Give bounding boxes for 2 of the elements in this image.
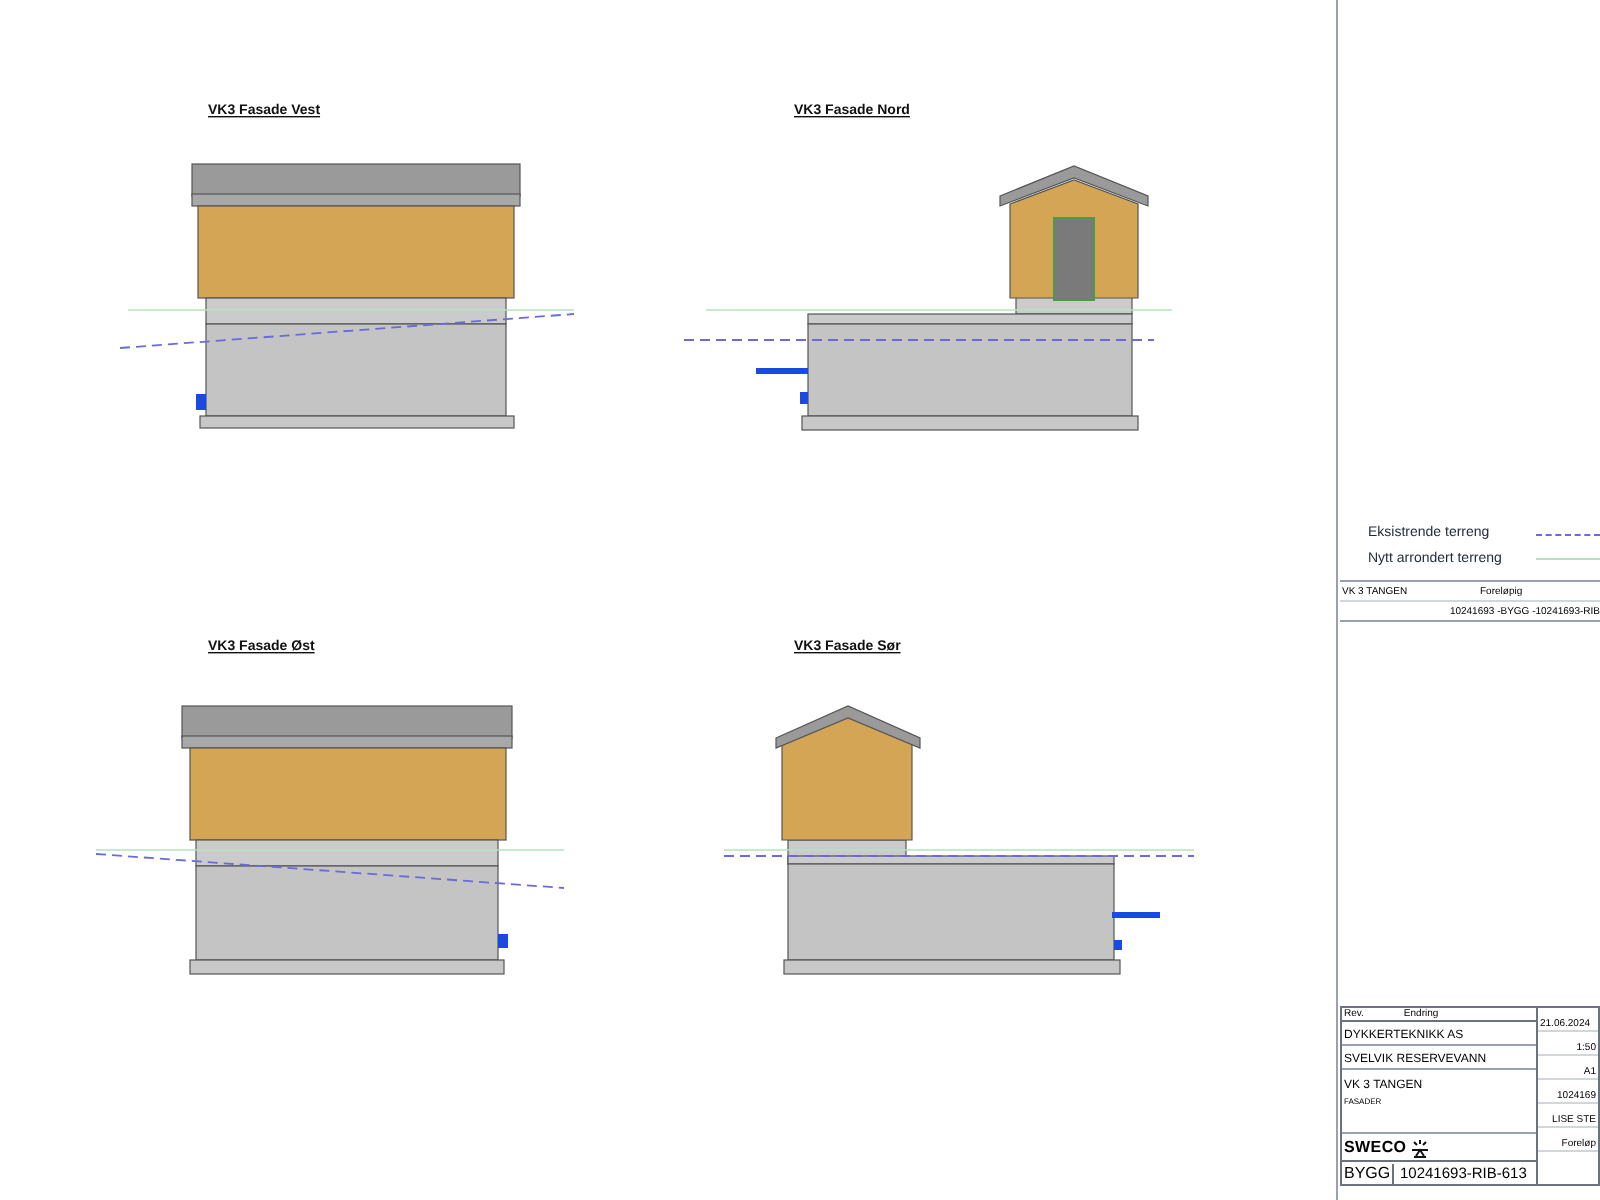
discipline-code: BYGG	[1342, 1164, 1394, 1184]
company-name: SWECO	[1344, 1137, 1407, 1157]
